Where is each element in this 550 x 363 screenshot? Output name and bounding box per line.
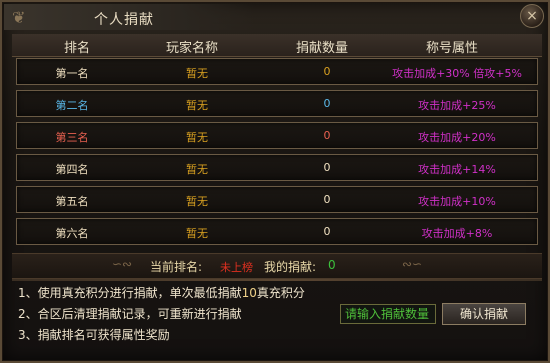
dragon-ornament-icon: ❦	[12, 8, 26, 27]
player-name: 暂无	[186, 227, 208, 240]
note-line-1: 1、使用真充积分进行捐献，单次最低捐献10真充积分	[18, 284, 305, 301]
table-row: 第五名 暂无 0 攻击加成+10%	[16, 186, 538, 213]
note-1-suffix: 真充积分	[256, 286, 305, 300]
title-attribute: 攻击加成+25%	[418, 99, 496, 112]
my-donation-value: 0	[328, 258, 336, 272]
player-name: 暂无	[186, 163, 208, 176]
my-status-bar: ∽∾ 当前排名: 未上榜 我的捐献: 0 ∾∽	[12, 253, 542, 279]
header-title-attribute: 称号属性	[425, 41, 478, 56]
current-rank-label: 当前排名:	[150, 260, 203, 274]
donation-amount: 0	[323, 225, 331, 238]
note-line-2: 2、合区后清理捐献记录，可重新进行捐献	[18, 307, 242, 321]
rank-label: 第四名	[55, 163, 89, 176]
title-attribute: 攻击加成+10%	[418, 195, 496, 208]
window-title: 个人捐献	[94, 12, 154, 28]
donation-amount: 0	[323, 97, 331, 110]
header-rank: 排名	[63, 41, 90, 56]
scroll-ornament-icon: ∾∽	[402, 257, 423, 271]
player-name: 暂无	[186, 99, 208, 112]
table-row: 第六名 暂无 0 攻击加成+8%	[16, 218, 538, 245]
table-row: 第三名 暂无 0 攻击加成+20%	[16, 122, 538, 149]
rank-label: 第三名	[55, 131, 89, 144]
note-1-prefix: 1、使用真充积分进行捐献，单次最低捐献	[18, 286, 242, 300]
header-donation-amount: 捐献数量	[295, 41, 348, 56]
rank-label: 第六名	[55, 227, 89, 240]
my-donation-label: 我的捐献:	[264, 260, 317, 274]
player-name: 暂无	[186, 195, 208, 208]
donation-amount: 0	[323, 129, 331, 142]
note-1-number: 10	[241, 286, 257, 300]
rank-label: 第五名	[55, 195, 89, 208]
donation-amount: 0	[323, 65, 331, 78]
divider	[12, 279, 542, 281]
table-row: 第二名 暂无 0 攻击加成+25%	[16, 90, 538, 117]
close-icon[interactable]: ×	[526, 8, 538, 24]
close-button[interactable]: ×	[520, 4, 544, 28]
rank-label: 第一名	[55, 67, 89, 80]
donation-amount-input[interactable]	[340, 304, 436, 324]
current-rank-value: 未上榜	[220, 261, 253, 274]
note-line-3: 3、捐献排名可获得属性奖励	[18, 328, 170, 342]
scroll-ornament-icon: ∽∾	[112, 257, 133, 271]
confirm-donate-button[interactable]: 确认捐献	[442, 303, 526, 325]
table-header: 排名 玩家名称 捐献数量 称号属性	[12, 34, 542, 57]
donation-amount: 0	[323, 193, 331, 206]
donation-window: ❦ 个人捐献 × 排名 玩家名称 捐献数量 称号属性 第一名 暂无 0 攻击加成…	[0, 0, 550, 363]
title-attribute: 攻击加成+30% 倍攻+5%	[392, 67, 522, 80]
title-attribute: 攻击加成+14%	[418, 163, 496, 176]
table-row: 第一名 暂无 0 攻击加成+30% 倍攻+5%	[16, 58, 538, 85]
header-player-name: 玩家名称	[165, 41, 218, 56]
donation-amount: 0	[323, 161, 331, 174]
title-attribute: 攻击加成+8%	[421, 227, 493, 240]
player-name: 暂无	[186, 131, 208, 144]
title-bar: ❦ 个人捐献	[4, 4, 254, 30]
table-row: 第四名 暂无 0 攻击加成+14%	[16, 154, 538, 181]
player-name: 暂无	[186, 67, 208, 80]
rank-label: 第二名	[55, 99, 89, 112]
title-attribute: 攻击加成+20%	[418, 131, 496, 144]
